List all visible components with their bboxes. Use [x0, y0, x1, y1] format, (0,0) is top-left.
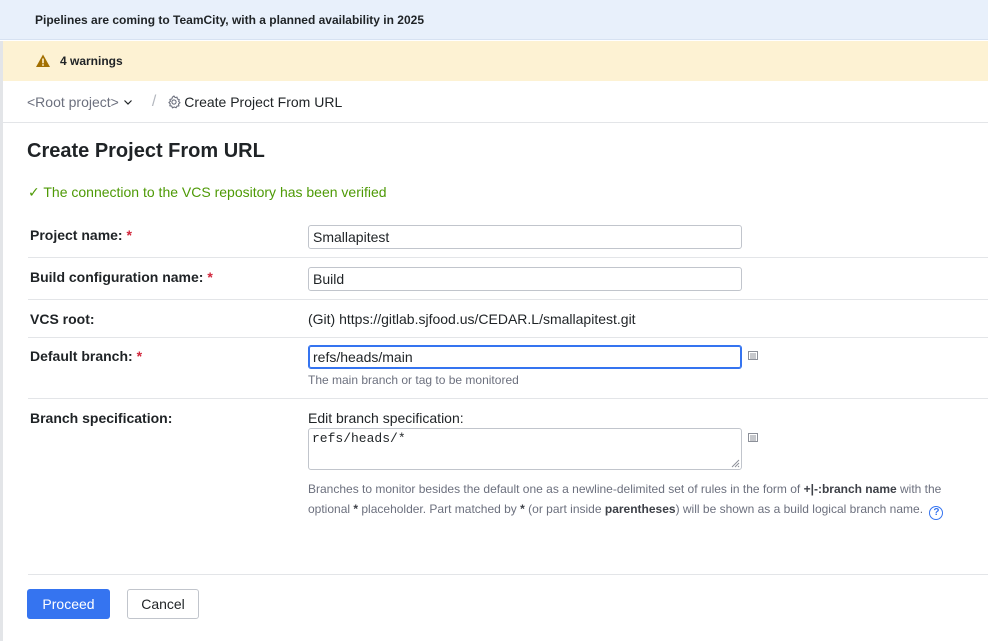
default-branch-input[interactable] [308, 345, 742, 369]
text-editor-icon[interactable] [748, 351, 758, 360]
default-branch-label: Default branch: * [30, 348, 142, 364]
chevron-down-icon [123, 100, 132, 105]
row-divider [28, 337, 988, 338]
resize-handle-icon[interactable] [730, 458, 740, 468]
breadcrumb: <Root project> / Create Project From URL [3, 82, 988, 123]
breadcrumb-separator: / [151, 93, 157, 110]
desc-text: Branches to monitor besides the default … [308, 482, 804, 496]
page-title: Create Project From URL [27, 140, 265, 162]
warnings-count: 4 warnings [60, 54, 123, 68]
warnings-banner[interactable]: 4 warnings [3, 41, 988, 81]
info-banner-text: Pipelines are coming to TeamCity, with a… [35, 12, 425, 27]
breadcrumb-current: Create Project From URL [167, 94, 342, 110]
help-icon[interactable]: ? [929, 506, 944, 520]
desc-text: placeholder. Part matched by [358, 502, 521, 516]
desc-text: (or part inside [524, 502, 605, 516]
build-config-name-label-text: Build configuration name: [30, 269, 204, 285]
project-name-label: Project name: * [30, 227, 132, 243]
gear-icon [168, 95, 181, 109]
desc-text: ) will be shown as a build logical branc… [675, 502, 924, 516]
required-mark: * [136, 348, 143, 364]
breadcrumb-root-project[interactable]: <Root project> [27, 94, 133, 110]
default-branch-label-text: Default branch: [30, 348, 133, 364]
vcs-root-value: (Git) https://gitlab.sjfood.us/CEDAR.L/s… [308, 311, 636, 327]
row-divider [28, 299, 988, 300]
required-mark: * [126, 227, 132, 243]
branch-spec-label: Branch specification: [30, 410, 173, 426]
left-rail [0, 41, 3, 641]
build-config-name-label: Build configuration name: * [30, 269, 213, 285]
text-editor-icon[interactable] [748, 433, 758, 442]
vcs-verified-message: ✓ The connection to the VCS repository h… [28, 184, 387, 200]
form-footer-divider [28, 574, 988, 575]
info-banner: Pipelines are coming to TeamCity, with a… [0, 0, 988, 40]
desc-bold: parentheses [604, 502, 676, 516]
desc-bold: +|-:branch name [803, 482, 897, 496]
cancel-button[interactable]: Cancel [127, 589, 199, 619]
edit-branch-spec-label: Edit branch specification: [308, 410, 464, 426]
warning-triangle-icon [36, 54, 50, 67]
row-divider [28, 398, 988, 399]
build-config-name-input[interactable] [308, 267, 742, 291]
branch-spec-textarea[interactable]: refs/heads/* [308, 428, 742, 470]
vcs-root-label: VCS root: [30, 311, 95, 327]
breadcrumb-root-label: <Root project> [27, 94, 119, 110]
project-name-label-text: Project name: [30, 227, 123, 243]
project-name-input[interactable] [308, 225, 742, 249]
branch-spec-description: Branches to monitor besides the default … [308, 479, 968, 520]
required-mark: * [207, 269, 213, 285]
row-divider [28, 257, 988, 258]
breadcrumb-current-label: Create Project From URL [184, 94, 343, 110]
proceed-button[interactable]: Proceed [27, 589, 110, 619]
default-branch-hint: The main branch or tag to be monitored [308, 373, 519, 387]
